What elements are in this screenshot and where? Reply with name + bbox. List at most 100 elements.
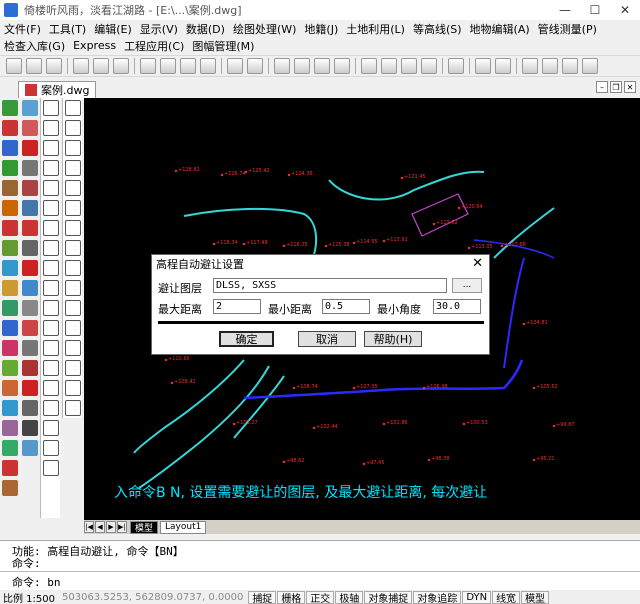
flag-icon[interactable] xyxy=(22,320,38,336)
preview-icon[interactable] xyxy=(93,58,109,74)
ellipse-icon[interactable] xyxy=(42,280,59,296)
ellipse-arc-icon[interactable] xyxy=(42,300,59,316)
min-angle-input[interactable]: 30.0 xyxy=(433,299,481,314)
menu-view[interactable]: 显示(V) xyxy=(140,21,178,37)
layer-freeze-icon[interactable] xyxy=(542,58,558,74)
menu-feature-edit[interactable]: 地物编辑(A) xyxy=(470,21,530,37)
rectangle-tool-icon[interactable] xyxy=(42,180,59,196)
snap-toggle[interactable]: 捕捉 xyxy=(248,590,277,604)
landmark-icon[interactable] xyxy=(2,400,18,416)
road-icon[interactable] xyxy=(2,340,18,356)
chamfer-icon[interactable] xyxy=(64,360,81,376)
otrack-toggle[interactable]: 对象追踪 xyxy=(413,590,462,604)
menu-check[interactable]: 检查入库(G) xyxy=(4,38,65,54)
pipeline-icon[interactable] xyxy=(2,200,18,216)
layers-input[interactable]: DLSS, SXSS xyxy=(213,278,447,293)
polar-toggle[interactable]: 极轴 xyxy=(335,590,364,604)
menu-sheet[interactable]: 图幅管理(M) xyxy=(192,38,254,54)
minimize-button[interactable]: — xyxy=(550,0,580,20)
zoom-previous-icon[interactable] xyxy=(334,58,350,74)
properties-icon[interactable] xyxy=(361,58,377,74)
paste-icon[interactable] xyxy=(180,58,196,74)
residence-icon[interactable] xyxy=(2,160,18,176)
max-distance-input[interactable]: 2 xyxy=(213,299,261,314)
rectangle-icon[interactable] xyxy=(22,300,38,316)
line-tool-icon[interactable] xyxy=(42,100,59,116)
new-file-icon[interactable] xyxy=(6,58,22,74)
extend-icon[interactable] xyxy=(64,300,81,316)
vegetation-icon[interactable] xyxy=(2,260,18,276)
doc-restore-icon[interactable]: ❐ xyxy=(610,81,622,93)
building-icon[interactable] xyxy=(2,320,18,336)
gear-icon[interactable] xyxy=(22,160,38,176)
tab-layout1[interactable]: Layout1 xyxy=(160,520,207,534)
menu-cadastre[interactable]: 地籍(J) xyxy=(304,21,338,37)
document-tab[interactable]: 案例.dwg xyxy=(18,81,97,98)
cancel-button[interactable]: 取消 xyxy=(298,331,356,347)
hatch-icon[interactable] xyxy=(22,240,38,256)
insert-block-icon[interactable] xyxy=(42,320,59,336)
pan-icon[interactable] xyxy=(274,58,290,74)
circle-icon[interactable] xyxy=(42,220,59,236)
heavy-text-icon[interactable] xyxy=(22,140,38,156)
grid-icon[interactable] xyxy=(22,200,38,216)
explode-icon[interactable] xyxy=(64,400,81,416)
line-icon[interactable] xyxy=(22,420,38,436)
save-icon[interactable] xyxy=(46,58,62,74)
transport-icon[interactable] xyxy=(2,180,18,196)
layer-manager-icon[interactable] xyxy=(475,58,491,74)
next-tab-icon[interactable]: ▶ xyxy=(106,521,116,533)
hatch-tool-icon[interactable] xyxy=(42,380,59,396)
menu-contour[interactable]: 等高线(S) xyxy=(413,21,462,37)
table-icon[interactable] xyxy=(22,340,38,356)
doc-minimize-icon[interactable]: – xyxy=(596,81,608,93)
polyline-icon[interactable] xyxy=(42,140,59,156)
prev-tab-icon[interactable]: ◀ xyxy=(95,521,105,533)
ok-button[interactable]: 确定 xyxy=(219,331,274,347)
offset-icon[interactable] xyxy=(64,160,81,176)
help-button[interactable]: 帮助(H) xyxy=(364,331,422,347)
lineweight-toggle[interactable]: 线宽 xyxy=(492,590,521,604)
browse-layers-button[interactable]: ... xyxy=(452,278,482,293)
menu-draw[interactable]: 绘图处理(W) xyxy=(233,21,296,37)
grid-toggle[interactable]: 栅格 xyxy=(277,590,306,604)
construction-line-icon[interactable] xyxy=(42,120,59,136)
match-properties-icon[interactable] xyxy=(200,58,216,74)
menu-tools[interactable]: 工具(T) xyxy=(49,21,86,37)
zoom-window-icon[interactable] xyxy=(314,58,330,74)
dimension-icon[interactable] xyxy=(22,180,38,196)
polygon-icon[interactable] xyxy=(42,160,59,176)
menu-data[interactable]: 数据(D) xyxy=(186,21,225,37)
brush-icon[interactable] xyxy=(22,360,38,376)
ninety-one-icon[interactable] xyxy=(22,380,38,396)
point-tool-icon[interactable] xyxy=(2,100,18,116)
help-icon[interactable] xyxy=(448,58,464,74)
water-icon[interactable] xyxy=(2,140,18,156)
osnap-toggle[interactable]: 对象捕捉 xyxy=(364,590,413,604)
open-file-icon[interactable] xyxy=(26,58,42,74)
make-block-icon[interactable] xyxy=(42,340,59,356)
copy-object-icon[interactable] xyxy=(64,120,81,136)
move-icon[interactable] xyxy=(64,200,81,216)
boundary-icon[interactable] xyxy=(2,220,18,236)
gradient-icon[interactable] xyxy=(42,400,59,416)
scale-icon[interactable] xyxy=(64,240,81,256)
power-icon[interactable] xyxy=(2,460,18,476)
menu-engineering[interactable]: 工程应用(C) xyxy=(124,38,184,54)
farmland-icon[interactable] xyxy=(2,440,18,456)
layer-on-icon[interactable] xyxy=(522,58,538,74)
edit-point-icon[interactable] xyxy=(22,100,38,116)
stretch-icon[interactable] xyxy=(64,260,81,276)
mtext-icon[interactable] xyxy=(42,460,59,476)
last-tab-icon[interactable]: ▶| xyxy=(117,521,127,533)
ortho-toggle[interactable]: 正交 xyxy=(306,590,335,604)
redo-icon[interactable] xyxy=(247,58,263,74)
table-tool-icon[interactable] xyxy=(42,440,59,456)
note-icon[interactable] xyxy=(22,260,38,276)
dyn-toggle[interactable]: DYN xyxy=(462,590,492,604)
menu-express[interactable]: Express xyxy=(73,39,116,52)
model-toggle[interactable]: 模型 xyxy=(521,590,550,604)
layer-lock-icon[interactable] xyxy=(562,58,578,74)
maximize-button[interactable]: ☐ xyxy=(580,0,610,20)
tab-model[interactable]: 模型 xyxy=(130,520,159,534)
